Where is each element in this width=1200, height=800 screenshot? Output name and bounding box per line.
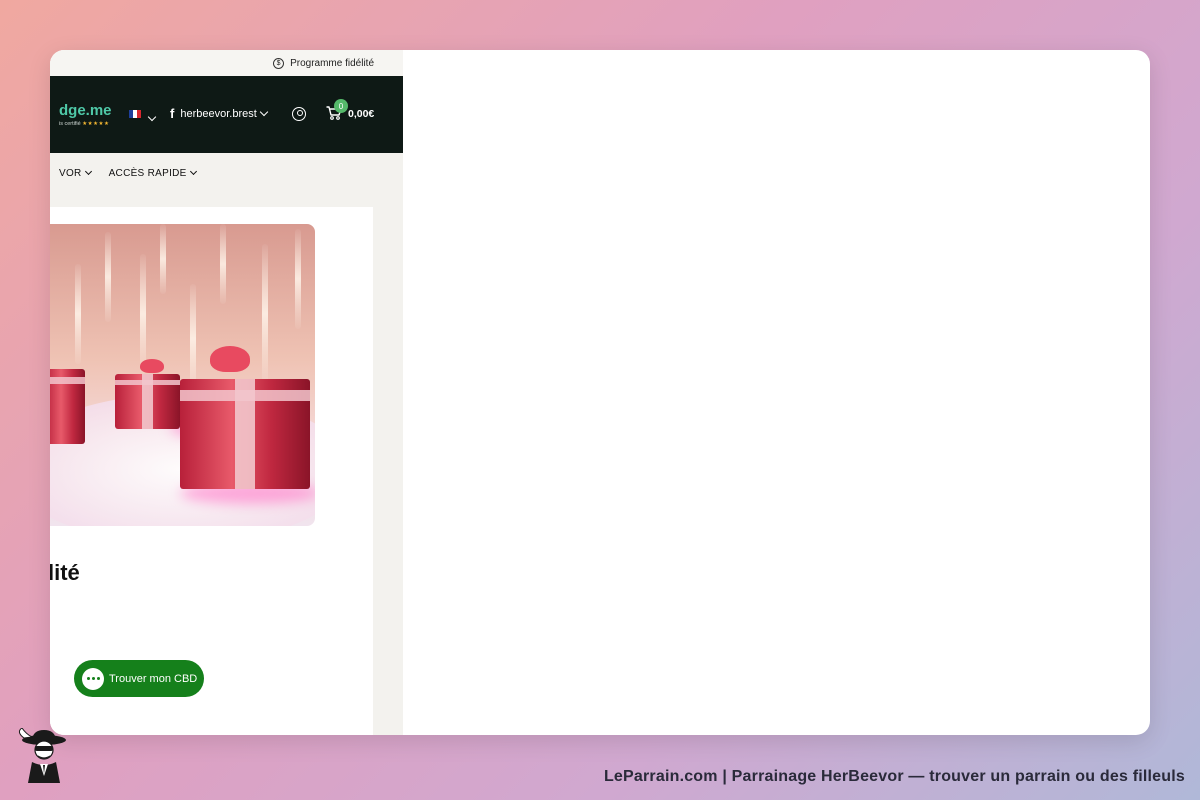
coin-icon: $ bbox=[273, 57, 285, 69]
footer-caption: LeParrain.com | Parrainage HerBeevor — t… bbox=[603, 768, 1185, 785]
main-content: lité bbox=[50, 207, 373, 735]
site-logo[interactable]: dge.me bbox=[59, 102, 112, 119]
chevron-down-icon bbox=[189, 167, 197, 176]
french-flag-icon[interactable] bbox=[129, 110, 141, 118]
rating-stars: ★★★★★ bbox=[82, 121, 110, 127]
user-account-icon[interactable] bbox=[292, 107, 306, 121]
hero-gift-image bbox=[50, 224, 315, 526]
website-viewport: $ Programme fidélité dge.me is certifié … bbox=[50, 50, 403, 735]
language-chevron-down-icon[interactable] bbox=[145, 109, 157, 127]
facebook-account-selector[interactable]: f herbeevor.brest bbox=[170, 106, 269, 121]
top-bar: $ Programme fidélité bbox=[50, 50, 403, 76]
logo-tagline-text: is certifié bbox=[59, 121, 81, 127]
cart-total[interactable]: 0,00€ bbox=[348, 108, 374, 120]
leparrain-mascot-logo bbox=[18, 728, 66, 783]
cart-count-badge: 0 bbox=[334, 99, 348, 113]
browser-card: $ Programme fidélité dge.me is certifié … bbox=[50, 50, 1150, 735]
nav-item-herbeevor[interactable]: VOR bbox=[59, 167, 92, 179]
site-header: dge.me is certifié ★★★★★ f herbeevor.bre… bbox=[50, 76, 403, 153]
logo-tagline: is certifié ★★★★★ bbox=[59, 121, 109, 127]
chevron-down-icon bbox=[259, 107, 269, 116]
chat-bubble-icon bbox=[82, 667, 104, 690]
nav-item-quick-access[interactable]: ACCÈS RAPIDE bbox=[108, 167, 197, 179]
nav-item-label: ACCÈS RAPIDE bbox=[108, 168, 187, 179]
sidebar-gutter bbox=[396, 207, 403, 735]
find-my-cbd-chat-button[interactable]: Trouver mon CBD bbox=[74, 660, 204, 697]
loyalty-program-link[interactable]: Programme fidélité bbox=[290, 58, 374, 69]
chevron-down-icon bbox=[84, 167, 92, 176]
facebook-handle: herbeevor.brest bbox=[180, 107, 257, 120]
chat-button-label: Trouver mon CBD bbox=[109, 672, 198, 685]
main-nav: VOR ACCÈS RAPIDE bbox=[50, 153, 403, 194]
page-title: lité bbox=[50, 560, 80, 585]
facebook-icon: f bbox=[170, 106, 175, 121]
nav-item-label: VOR bbox=[59, 168, 82, 179]
